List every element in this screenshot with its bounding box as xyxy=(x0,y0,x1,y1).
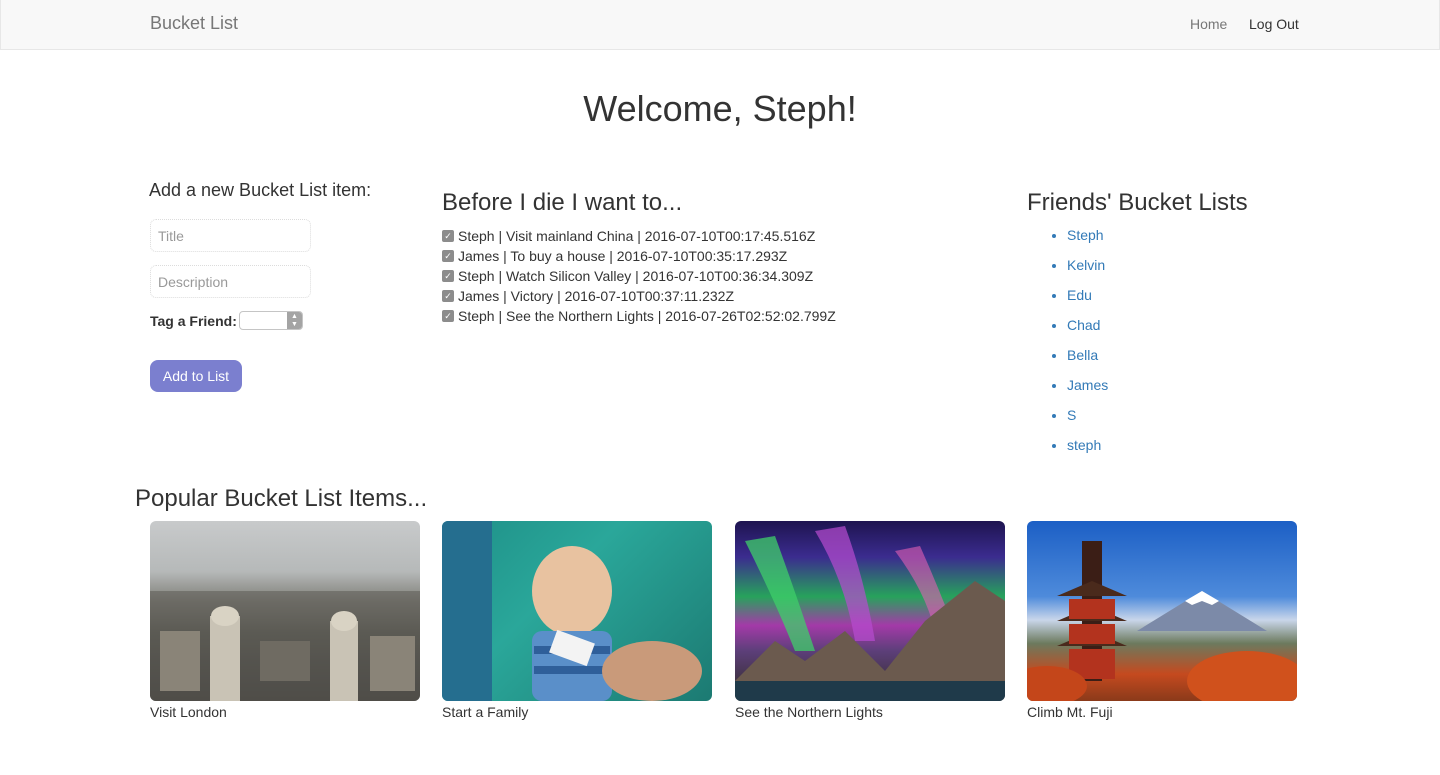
checkbox[interactable]: ✓ xyxy=(442,310,454,322)
bucket-list: ✓ Steph | Visit mainland China | 2016-07… xyxy=(442,226,836,326)
add-to-list-button[interactable]: Add to List xyxy=(150,360,242,392)
popular-heading: Popular Bucket List Items... xyxy=(135,485,428,512)
friends-heading: Friends' Bucket Lists xyxy=(1027,189,1248,216)
london-cityscape-image xyxy=(150,521,420,701)
friend-item: S xyxy=(1067,405,1108,435)
bucket-item-text: James | To buy a house | 2016-07-10T00:3… xyxy=(458,248,788,264)
baby-photo-image xyxy=(442,521,712,701)
card-caption: Visit London xyxy=(150,704,227,720)
popular-card[interactable]: See the Northern Lights xyxy=(735,521,1005,720)
bucket-item: ✓ James | To buy a house | 2016-07-10T00… xyxy=(442,246,836,266)
friend-link[interactable]: Edu xyxy=(1067,287,1092,303)
select-arrows-icon: ▲ ▼ xyxy=(287,312,302,329)
friend-item: James xyxy=(1067,375,1108,405)
checkbox[interactable]: ✓ xyxy=(442,250,454,262)
checkbox[interactable]: ✓ xyxy=(442,270,454,282)
bucket-list-heading: Before I die I want to... xyxy=(442,189,683,216)
bucket-item: ✓ Steph | See the Northern Lights | 2016… xyxy=(442,306,836,326)
title-input[interactable] xyxy=(150,219,311,252)
bucket-item: ✓ Steph | Visit mainland China | 2016-07… xyxy=(442,226,836,246)
mt-fuji-image xyxy=(1027,521,1297,701)
popular-card[interactable]: Start a Family xyxy=(442,521,712,720)
home-link[interactable]: Home xyxy=(1190,16,1227,32)
add-item-heading: Add a new Bucket List item: xyxy=(149,180,372,200)
navbar: Bucket List Home Log Out xyxy=(0,0,1440,50)
friends-list: Steph Kelvin Edu Chad Bella James S step… xyxy=(1067,225,1108,465)
friend-item: Edu xyxy=(1067,285,1108,315)
friend-link[interactable]: Kelvin xyxy=(1067,257,1105,273)
friend-link[interactable]: James xyxy=(1067,377,1108,393)
friend-item: Bella xyxy=(1067,345,1108,375)
logout-link[interactable]: Log Out xyxy=(1249,16,1299,32)
friend-link[interactable]: S xyxy=(1067,407,1076,423)
friend-link[interactable]: Chad xyxy=(1067,317,1100,333)
tag-friend-select[interactable]: ▲ ▼ xyxy=(239,311,303,330)
bucket-item-text: Steph | Watch Silicon Valley | 2016-07-1… xyxy=(458,268,814,284)
popular-card[interactable]: Climb Mt. Fuji xyxy=(1027,521,1297,720)
tag-friend-label: Tag a Friend: xyxy=(150,313,237,329)
friend-item: Steph xyxy=(1067,225,1108,255)
friend-item: Kelvin xyxy=(1067,255,1108,285)
bucket-item-text: Steph | See the Northern Lights | 2016-0… xyxy=(458,308,836,324)
friend-link[interactable]: steph xyxy=(1067,437,1101,453)
brand-link[interactable]: Bucket List xyxy=(150,13,238,34)
bucket-item-text: Steph | Visit mainland China | 2016-07-1… xyxy=(458,228,816,244)
checkbox[interactable]: ✓ xyxy=(442,290,454,302)
friend-link[interactable]: Bella xyxy=(1067,347,1098,363)
bucket-item: ✓ James | Victory | 2016-07-10T00:37:11.… xyxy=(442,286,836,306)
card-caption: See the Northern Lights xyxy=(735,704,883,720)
friend-item: Chad xyxy=(1067,315,1108,345)
popular-card[interactable]: Visit London xyxy=(150,521,420,720)
friend-item: steph xyxy=(1067,435,1108,465)
card-caption: Start a Family xyxy=(442,704,529,720)
checkbox[interactable]: ✓ xyxy=(442,230,454,242)
description-input[interactable] xyxy=(150,265,311,298)
page-title: Welcome, Steph! xyxy=(583,88,857,129)
bucket-item-text: James | Victory | 2016-07-10T00:37:11.23… xyxy=(458,288,735,304)
northern-lights-image xyxy=(735,521,1005,701)
friend-link[interactable]: Steph xyxy=(1067,227,1104,243)
bucket-item: ✓ Steph | Watch Silicon Valley | 2016-07… xyxy=(442,266,836,286)
card-caption: Climb Mt. Fuji xyxy=(1027,704,1113,720)
